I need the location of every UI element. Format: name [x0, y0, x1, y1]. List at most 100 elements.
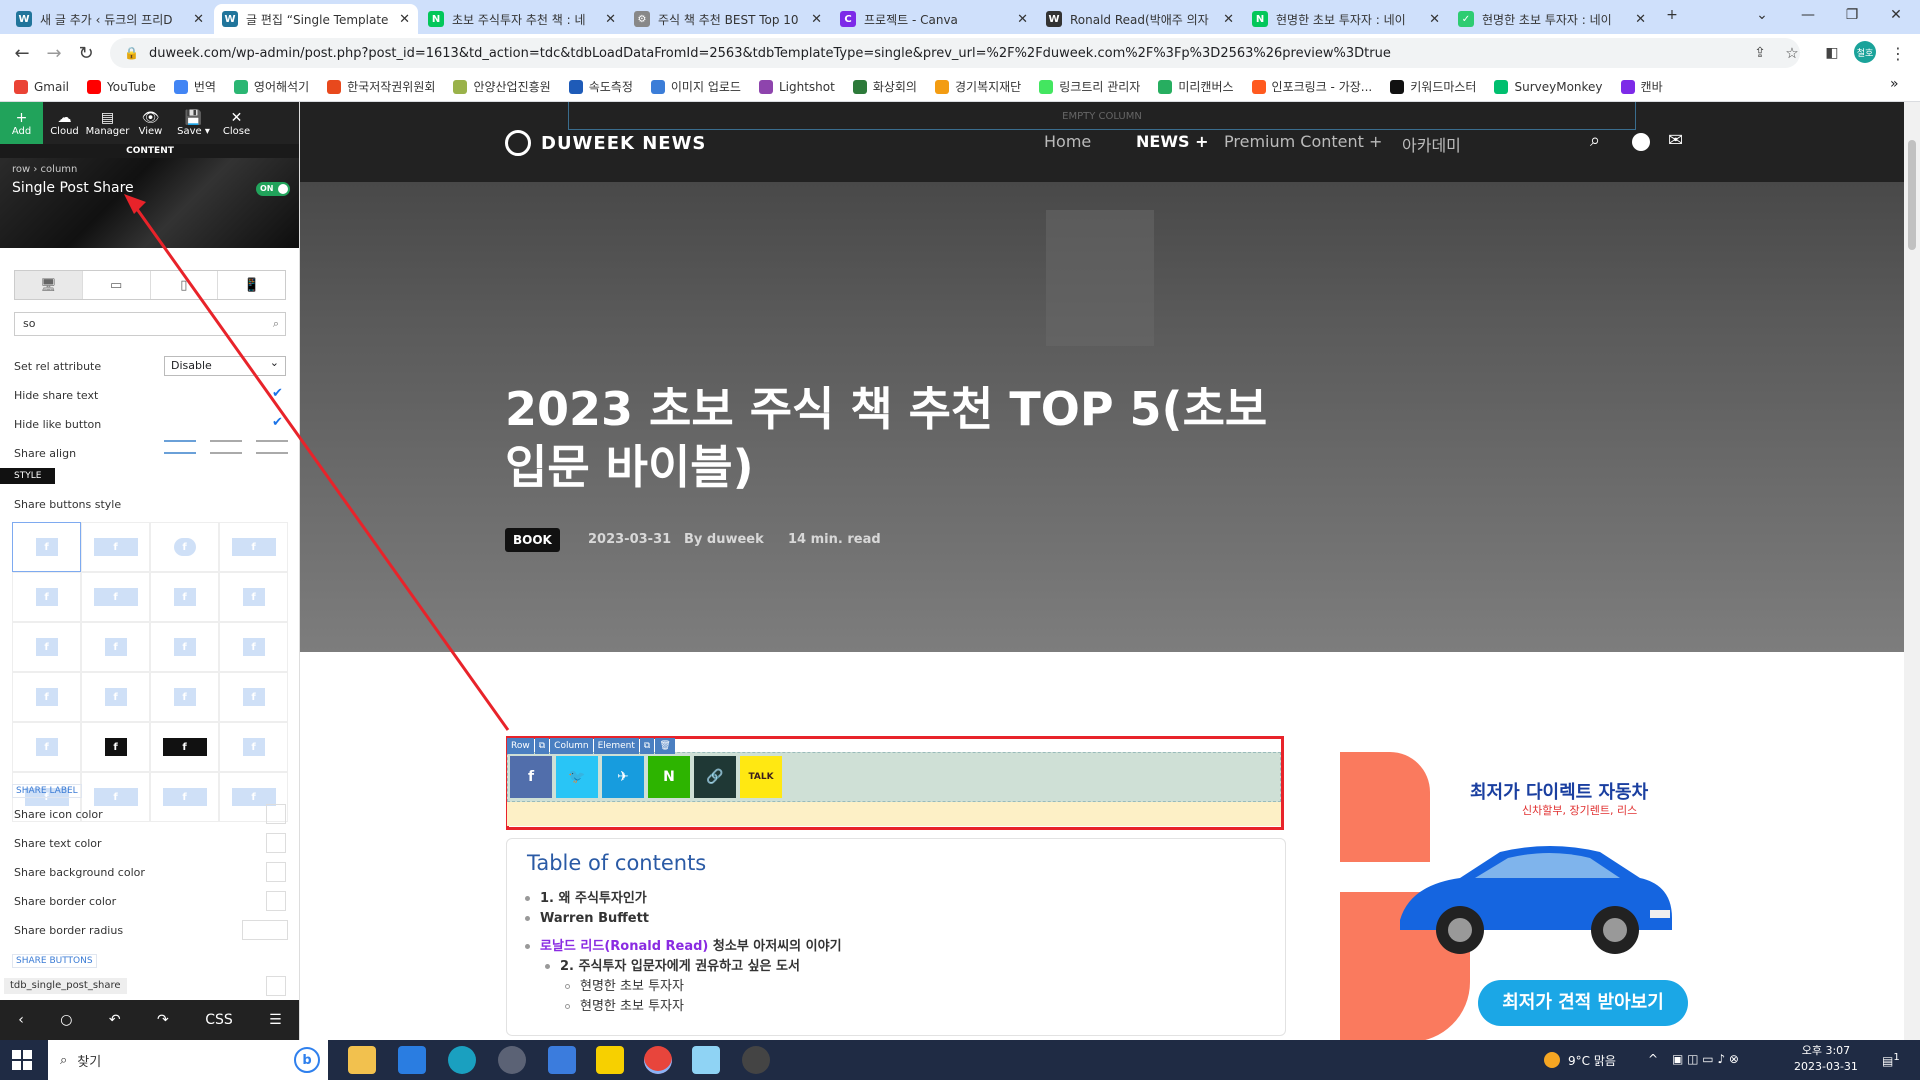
site-logo[interactable]: DUWEEK NEWS — [505, 130, 706, 156]
share-style-option[interactable]: f — [81, 672, 150, 722]
share-style-option[interactable]: f — [150, 672, 219, 722]
share-style-option[interactable]: f — [12, 672, 81, 722]
browser-tab[interactable]: ⚙ 주식 책 추천 BEST Top 10 ✕ — [626, 4, 830, 34]
builder-tag[interactable]: Column — [550, 738, 593, 754]
tab-close-icon[interactable]: ✕ — [1429, 12, 1440, 27]
bookmark-item[interactable]: 영어해석기 — [233, 78, 309, 95]
bookmark-item[interactable]: 미리캔버스 — [1158, 78, 1234, 95]
forward-button[interactable]: → — [42, 41, 66, 65]
color-picker[interactable] — [266, 804, 286, 824]
composer-bottom-button[interactable]: CSS — [205, 1012, 233, 1028]
nav-menu-item[interactable]: Premium Content + — [1224, 132, 1382, 151]
tab-close-icon[interactable]: ✕ — [1017, 12, 1028, 27]
tray-icons[interactable]: ▣ ◫ ▭ ♪ ⊗ — [1672, 1052, 1739, 1066]
composer-button-close[interactable]: ✕ Close — [215, 102, 258, 144]
tab-close-icon[interactable]: ✕ — [1223, 12, 1234, 27]
user-icon[interactable] — [1632, 133, 1650, 151]
composer-button-cloud[interactable]: ☁ Cloud — [43, 102, 86, 144]
device-option[interactable]: 📱 — [218, 271, 285, 299]
windows-start-icon[interactable] — [12, 1050, 32, 1070]
toc-item[interactable]: 2. 주식투자 입문자에게 권유하고 싶은 도서 — [545, 955, 800, 974]
composer-bottom-button[interactable]: ‹ — [18, 1012, 24, 1028]
kakaotalk-icon[interactable] — [596, 1046, 624, 1074]
toc-item[interactable]: 로날드 리드(Ronald Read) 청소부 아저씨의 이야기 — [525, 935, 842, 954]
toc-item[interactable]: 현명한 초보 투자자 — [565, 995, 684, 1014]
browser-tab[interactable]: ✓ 현명한 초보 투자자 : 네이 ✕ — [1450, 4, 1654, 34]
element-toggle[interactable]: ON — [256, 182, 290, 196]
composer-bottom-button[interactable]: ↷ — [157, 1012, 169, 1028]
share-style-option[interactable]: f — [150, 572, 219, 622]
composer-bottom-button[interactable]: ☰ — [269, 1012, 282, 1028]
edge-icon[interactable] — [448, 1046, 476, 1074]
builder-tag[interactable]: ⧉ — [534, 738, 550, 754]
toc-item[interactable]: Warren Buffett — [525, 911, 649, 926]
share-style-option[interactable]: f — [219, 672, 288, 722]
bookmark-item[interactable]: 안양산업진흥원 — [453, 78, 551, 95]
align-center-option[interactable] — [210, 440, 242, 454]
address-bar[interactable]: 🔒 duweek.com/wp-admin/post.php?post_id=1… — [110, 38, 1800, 68]
share-style-option[interactable]: f — [150, 722, 219, 772]
bing-icon[interactable]: b — [294, 1047, 320, 1073]
store-icon[interactable] — [548, 1046, 576, 1074]
back-button[interactable]: ← — [10, 41, 34, 65]
share-style-option[interactable]: f — [12, 622, 81, 672]
weather-text[interactable]: 9°C 맑음 — [1568, 1052, 1616, 1069]
device-option[interactable]: ▭ — [83, 271, 151, 299]
bookmark-item[interactable]: 키워드마스터 — [1390, 78, 1476, 95]
kakao-share-button[interactable]: TALK — [740, 756, 782, 798]
category-badge[interactable]: BOOK — [505, 528, 560, 552]
option-search-input[interactable]: so ⌕ — [14, 312, 286, 336]
nav-menu-item[interactable]: Home — [1044, 132, 1091, 151]
profile-avatar[interactable]: 철호 — [1854, 41, 1876, 63]
builder-tag[interactable]: Row — [507, 738, 534, 754]
composer-bottom-button[interactable]: ○ — [60, 1012, 72, 1028]
share-style-option[interactable]: f — [12, 572, 81, 622]
tab-close-icon[interactable]: ✕ — [399, 12, 410, 27]
color-picker[interactable] — [266, 833, 286, 853]
color-picker[interactable] — [266, 891, 286, 911]
composer-button-view[interactable]: 👁 View — [129, 102, 172, 144]
share-style-option[interactable]: f — [150, 772, 219, 822]
builder-tag[interactable]: Element — [593, 738, 639, 754]
tab-close-icon[interactable]: ✕ — [605, 12, 616, 27]
bookmark-item[interactable]: 화상회의 — [852, 78, 917, 95]
bookmark-star-icon[interactable]: ☆ — [1780, 41, 1804, 65]
close-window-button[interactable]: ✕ — [1874, 0, 1918, 30]
bookmark-item[interactable]: 속도측정 — [568, 78, 633, 95]
search-icon[interactable]: ⌕ — [1590, 130, 1600, 151]
tab-close-icon[interactable]: ✕ — [1635, 12, 1646, 27]
bookmark-item[interactable]: YouTube — [87, 79, 156, 94]
tab-close-icon[interactable]: ✕ — [193, 12, 204, 27]
builder-tag[interactable]: 🗑 — [655, 738, 675, 754]
share-style-option[interactable]: f — [81, 522, 150, 572]
browser-tab[interactable]: W 새 글 추가 ‹ 듀크의 프리D ✕ — [8, 4, 212, 34]
tray-overflow-icon[interactable]: ^ — [1648, 1052, 1658, 1066]
browser-tab[interactable]: N 현명한 초보 투자자 : 네이 ✕ — [1244, 4, 1448, 34]
browser-tab[interactable]: W Ronald Read(박애주 의자 ✕ — [1038, 4, 1242, 34]
tab-close-icon[interactable]: ✕ — [811, 12, 822, 27]
mail-app-icon[interactable] — [398, 1046, 426, 1074]
share-style-option[interactable]: f — [81, 722, 150, 772]
share-style-option[interactable]: f — [12, 722, 81, 772]
border-radius-input[interactable] — [242, 920, 288, 940]
nav-menu-item[interactable]: 아카데미 — [1402, 132, 1461, 156]
bookmark-item[interactable]: SurveyMonkey — [1494, 79, 1603, 94]
menu-kebab-icon[interactable]: ⋮ — [1886, 41, 1910, 65]
align-right-option[interactable] — [256, 440, 288, 454]
bookmarks-overflow[interactable]: » — [1890, 76, 1899, 92]
toc-link[interactable]: 로날드 리드(Ronald Read) — [540, 939, 708, 954]
composer-button-add[interactable]: + Add — [0, 102, 43, 144]
bookmark-item[interactable]: 한국저작권위원회 — [327, 78, 435, 95]
share-icon[interactable]: ⇪ — [1748, 41, 1772, 65]
share-style-option[interactable]: f — [219, 522, 288, 572]
restore-button[interactable]: ❐ — [1830, 0, 1874, 30]
browser-tab[interactable]: N 초보 주식투자 추천 책 : 네 ✕ — [420, 4, 624, 34]
bookmark-item[interactable]: 인포크링크 - 가장... — [1251, 78, 1372, 95]
device-option[interactable]: ▯ — [151, 271, 219, 299]
bookmark-item[interactable]: 경기복지재단 — [934, 78, 1021, 95]
new-tab-button[interactable]: + — [1650, 0, 1694, 30]
file-explorer-icon[interactable] — [348, 1046, 376, 1074]
telegram-share-button[interactable]: ✈ — [602, 756, 644, 798]
ad-cta-button[interactable]: 최저가 견적 받아보기 — [1478, 980, 1688, 1026]
system-clock[interactable]: 오후 3:07 2023-03-31 — [1794, 1043, 1858, 1075]
